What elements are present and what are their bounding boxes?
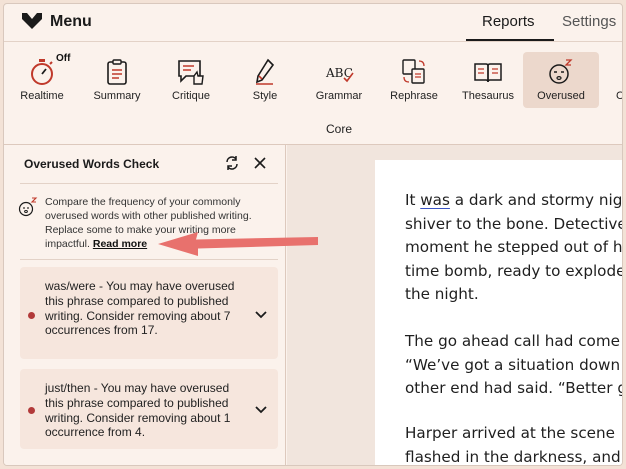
overused-word-card[interactable]: just/then - You may have overused this p… [20,369,278,449]
tool-summary[interactable]: Summary [79,52,155,108]
tool-style[interactable]: Style [227,52,303,108]
overused-panel: Overused Words Check Compare the frequen… [4,145,286,465]
tool-label: C [598,90,622,102]
card-text: was/were - You may have overused this ph… [45,279,235,338]
book-icon [474,63,502,83]
panel-description: Compare the frequency of your commonly o… [45,195,275,251]
report-toolbar: Realtime Off Summary Critique Style ABC … [4,42,622,144]
text-line: the night. [405,285,479,303]
text-line: shiver to the bone. Detective [405,214,623,233]
tool-label: Rephrase [390,90,438,102]
document-area: It was a dark and stormy nig shiver to t… [287,145,623,466]
overused-word-card[interactable]: was/were - You may have overused this ph… [20,267,278,359]
text-run: It [405,191,421,209]
stopwatch-icon [31,59,53,85]
tool-rephrase[interactable]: Rephrase [376,52,452,108]
abc-icon: ABC [325,66,354,83]
status-dot [28,312,35,319]
tab-settings[interactable]: Settings [562,13,616,30]
menu-button[interactable]: Menu [50,13,92,31]
tab-reports[interactable]: Reports [482,13,535,30]
document-paragraph: The go ahead call had come “We’ve got a … [405,330,623,401]
rephrase-icon [402,59,425,84]
highlighted-word[interactable]: was [420,191,450,209]
text-line: moment he stepped out of h [405,238,623,256]
tool-thesaurus[interactable]: Thesaurus [450,52,526,108]
close-icon[interactable] [252,155,268,171]
chevron-down-icon[interactable] [254,405,268,415]
top-bar: Menu Reports Settings [4,4,622,41]
text-line: flashed in the darkness, and [405,447,621,466]
logo-icon [22,13,42,29]
divider [20,183,278,184]
tool-label: Summary [93,90,141,102]
realtime-off-badge: Off [56,53,71,64]
document-page[interactable]: It was a dark and stormy nig shiver to t… [375,160,623,466]
divider [20,259,278,260]
toolbar-group-label: Core [325,122,352,136]
thumbs-up-chat-icon [178,60,204,85]
tool-grammar[interactable]: ABC Grammar [301,52,377,108]
tool-partial[interactable]: C [598,52,622,108]
text-line: Harper arrived at the scene [405,424,615,442]
status-dot [28,407,35,414]
tool-label: Grammar [315,90,363,102]
clipboard-icon [107,59,127,85]
tool-label: Critique [172,90,210,102]
tool-label: Style [252,90,278,102]
pen-icon [255,58,275,85]
document-paragraph: Harper arrived at the scene flashed in t… [405,422,621,466]
chevron-down-icon[interactable] [254,310,268,320]
tool-critique[interactable]: Critique [153,52,229,108]
document-paragraph: It was a dark and stormy nig shiver to t… [405,189,623,307]
tool-label: Realtime [20,90,64,102]
text-line: other end had said. “Better g [405,379,623,397]
text-line: The go ahead call had come [405,332,620,350]
sleepy-face-icon [549,59,573,84]
tool-label: Thesaurus [462,90,514,102]
read-more-link[interactable]: Read more [93,238,147,250]
tool-overused[interactable]: Overused [523,52,599,108]
sleepy-face-icon [18,197,38,217]
panel-title: Overused Words Check [24,157,160,171]
card-text: just/then - You may have overused this p… [45,381,231,440]
text-run: a dark and stormy nig [449,191,623,209]
tool-label: Overused [537,90,585,102]
text-line: “We’ve got a situation down [405,355,621,374]
app-window: Menu Reports Settings Realtime Off Summa… [3,3,623,466]
refresh-icon[interactable] [224,155,240,171]
description-text: Compare the frequency of your commonly o… [45,196,252,250]
text-line: time bomb, ready to explode [405,261,623,280]
